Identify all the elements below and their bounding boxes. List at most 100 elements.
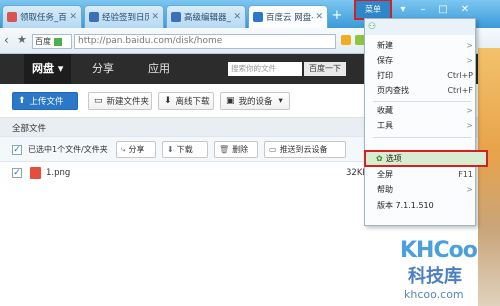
menu-item-fullscreen[interactable]: 全屏 F11 [377, 168, 473, 182]
extension-icon[interactable] [341, 35, 351, 45]
share-label: 分享 [128, 145, 145, 154]
offline-download-button[interactable]: ⬇ 离线下载 [158, 92, 214, 110]
menu-shortcut: Ctrl+P [447, 71, 473, 80]
close-icon[interactable]: ✕ [233, 12, 241, 22]
menu-item-label: 帮助 [377, 185, 393, 194]
nav-apps[interactable]: 应用 [148, 54, 170, 84]
file-search-input[interactable]: 搜索你的文件 [228, 62, 302, 76]
tab-favicon-icon [7, 12, 17, 22]
selection-status: 已选中1个文件/文件夹 [28, 145, 108, 154]
monitor-icon: ▭ [269, 145, 277, 154]
push-label: 推送到云设备 [279, 145, 328, 154]
options-gear-icon: ✿ [376, 154, 383, 163]
menu-divider [373, 137, 471, 138]
device-icon: ▣ [226, 96, 235, 106]
menu-item-label: 工具 [377, 121, 393, 130]
trash-icon: 🗑 [219, 145, 230, 154]
close-icon[interactable]: ✕ [151, 12, 159, 22]
share-icon: ⤷ [121, 144, 126, 154]
watermark-url: khcoo.com [404, 288, 464, 301]
window-close-button[interactable]: ✕ [455, 2, 475, 18]
menu-item-options[interactable]: ✿ 选项 [364, 150, 488, 167]
tab-2[interactable]: 经验签到日历 ✕ [84, 5, 164, 28]
tab-4-active[interactable]: 百度云 网盘-我 ✕ [248, 5, 328, 28]
download-label: 下载 [176, 145, 193, 154]
menu-shortcut: Ctrl+F [447, 86, 473, 95]
image-file-icon [30, 167, 41, 179]
menu-item-find[interactable]: 页内查找 Ctrl+F [377, 84, 473, 98]
star-icon[interactable]: ★ [17, 33, 27, 46]
search-button[interactable]: 百度一下 [304, 62, 346, 76]
folder-plus-icon: ▭ [94, 96, 103, 106]
menu-item-new[interactable]: 新建 > [377, 39, 473, 53]
chevron-right-icon: > [466, 56, 473, 65]
delete-button[interactable]: 🗑 删除 [214, 141, 258, 158]
tab-favicon-icon [89, 12, 99, 22]
tab-3[interactable]: 高级编辑器_百 ✕ [166, 5, 246, 28]
row-checkbox[interactable]: ✓ [12, 168, 22, 178]
device-label: 我的设备 [238, 97, 273, 107]
search-engine-label: 百度 [35, 37, 51, 46]
chevron-right-icon: > [466, 185, 473, 194]
menu-header: ⚇ [365, 19, 475, 35]
my-device-button[interactable]: ▣ 我的设备 ▾ [220, 92, 290, 110]
tab-3-label: 高级编辑器_百 [184, 13, 231, 23]
menu-item-tools[interactable]: 工具 > [377, 119, 473, 133]
menu-item-label: 版本 7.1.1.510 [377, 201, 434, 210]
share-button[interactable]: ⤷ 分享 [116, 141, 156, 158]
minimize-button[interactable]: – [413, 2, 433, 18]
chevron-right-icon: > [466, 121, 473, 130]
menu-item-favorites[interactable]: 收藏 > [377, 104, 473, 118]
skin-icon[interactable]: ▾ [393, 2, 413, 18]
tab-favicon-icon [171, 12, 181, 22]
select-all-checkbox[interactable]: ✓ [12, 145, 22, 155]
new-tab-button[interactable]: + [330, 9, 344, 23]
delete-label: 删除 [232, 145, 249, 154]
menu-item-label: 页内查找 [377, 86, 409, 95]
tab-1-label: 领取任务_百度 [20, 13, 67, 23]
menu-item-help[interactable]: 帮助 > [377, 183, 473, 197]
engine-check-icon [54, 37, 62, 46]
watermark-logo: KHCoo [400, 238, 478, 263]
menu-item-label: 收藏 [377, 106, 393, 115]
browser-menu-button[interactable]: 菜单 [354, 0, 392, 20]
menu-item-save[interactable]: 保存 > [377, 54, 473, 68]
offline-label: 离线下载 [175, 97, 210, 107]
new-folder-button[interactable]: ▭ 新建文件夹 [88, 92, 152, 110]
upload-icon: ⬆ [18, 96, 26, 106]
user-icon[interactable]: ⚇ [368, 22, 376, 32]
menu-item-print[interactable]: 打印 Ctrl+P [377, 69, 473, 83]
url-input[interactable]: http://pan.baidu.com/disk/home [74, 34, 336, 49]
upload-label: 上传文件 [29, 97, 64, 107]
tab-2-label: 经验签到日历 [102, 13, 150, 23]
menu-divider [373, 101, 471, 102]
menu-item-label: 全屏 [377, 170, 393, 179]
menu-item-label: 新建 [377, 41, 393, 50]
download-icon: ⬇ [164, 96, 172, 106]
nav-share[interactable]: 分享 [92, 54, 114, 84]
menu-item-label: 选项 [385, 154, 402, 163]
push-to-device-button[interactable]: ▭ 推送到云设备 [264, 141, 346, 158]
close-icon[interactable]: ✕ [315, 12, 323, 22]
menu-item-version: 版本 7.1.1.510 [377, 199, 473, 213]
nav-netdisk-label: 网盘 [32, 62, 54, 75]
new-folder-label: 新建文件夹 [106, 97, 150, 107]
maximize-button[interactable]: □ [433, 2, 453, 18]
breadcrumb[interactable]: 全部文件 [12, 122, 46, 134]
background-decoration [478, 48, 500, 306]
menu-item-label: 保存 [377, 56, 393, 65]
search-engine-select[interactable]: 百度 [32, 34, 72, 49]
download-icon: ⬇ [167, 145, 174, 154]
menu-shortcut: F11 [458, 170, 473, 179]
nav-netdisk[interactable]: 网盘 ▾ [24, 54, 72, 84]
upload-button[interactable]: ⬆ 上传文件 [12, 92, 78, 110]
download-button[interactable]: ⬇ 下载 [162, 141, 208, 158]
browser-menu: ⚇ 新建 > 保存 > 打印 Ctrl+P 页内查找 Ctrl+F 收藏 > 工具 > ✿ 选… [364, 18, 488, 226]
back-arrow-icon[interactable]: ‹ [4, 33, 9, 47]
cloud-icon [253, 12, 263, 22]
chevron-right-icon: > [466, 106, 473, 115]
close-icon[interactable]: ✕ [69, 12, 77, 22]
file-name[interactable]: 1.png [46, 168, 70, 178]
chevron-right-icon: > [466, 41, 473, 50]
tab-1[interactable]: 领取任务_百度 ✕ [2, 5, 82, 28]
